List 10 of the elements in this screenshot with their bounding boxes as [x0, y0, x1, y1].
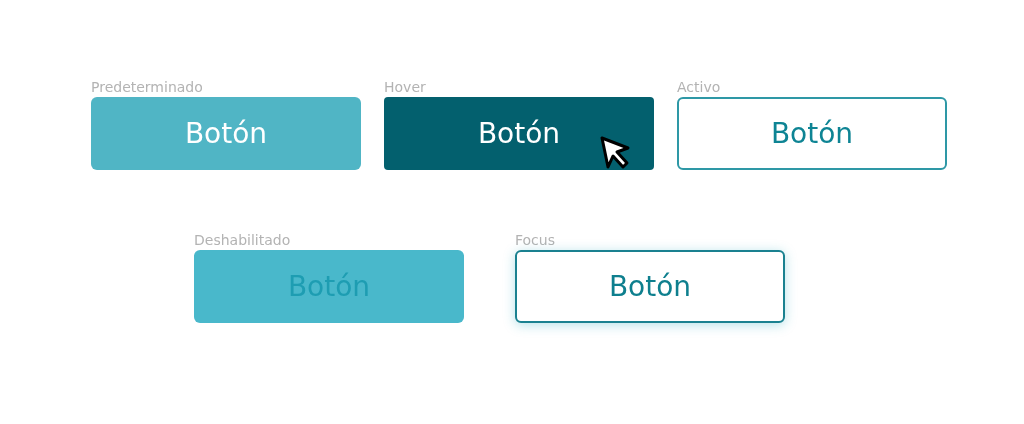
- state-caption: Hover: [384, 80, 427, 97]
- cursor-icon: [600, 136, 632, 170]
- button[interactable]: Botón: [677, 97, 947, 170]
- button[interactable]: Botón: [91, 97, 361, 170]
- state-caption: Deshabilitado: [194, 233, 292, 250]
- state-caption: Focus: [515, 233, 556, 250]
- button[interactable]: Botón: [384, 97, 654, 170]
- button[interactable]: Botón: [515, 250, 785, 323]
- state-caption: Activo: [677, 80, 722, 97]
- state-caption: Predeterminado: [91, 80, 204, 97]
